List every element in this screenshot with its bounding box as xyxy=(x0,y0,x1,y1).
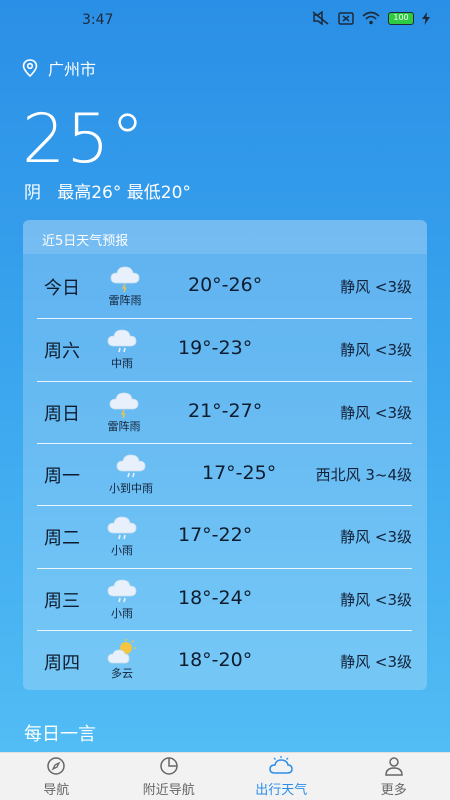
thunder-rain-icon xyxy=(94,390,154,418)
rain-icon xyxy=(92,577,152,605)
day-wind: 静风 <3级 xyxy=(340,403,412,422)
forecast-row: 周三小雨 18°-24° 静风 <3级 xyxy=(37,567,412,630)
day-temperature: 18°-24° xyxy=(178,586,253,609)
forecast-row: 今日雷阵雨 20°-26° 静风 <3级 xyxy=(37,256,412,318)
forecast-row: 周六中雨 19°-23° 静风 <3级 xyxy=(37,318,412,380)
charging-icon xyxy=(422,11,430,25)
forecast-row: 周一小到中雨 17°-25° 西北风 3~4级 xyxy=(37,442,412,505)
mute-icon xyxy=(312,11,329,25)
battery-icon: 100 xyxy=(388,11,414,25)
user-icon xyxy=(384,757,403,776)
nav-item-more[interactable]: 更多 xyxy=(338,753,450,800)
nav-label: 更多 xyxy=(380,783,407,798)
day-temperature: 20°-26° xyxy=(188,274,263,296)
forecast-card: 近5日天气预报 今日 雷阵雨 20°-26° 静风 <3级 周六 中雨 19°-23° 静风 … xyxy=(23,220,427,690)
day-condition: 小雨 xyxy=(111,606,133,620)
forecast-row: 周日雷阵雨 21°-27° 静风 <3级 xyxy=(37,380,412,443)
day-wind: 静风 <3级 xyxy=(340,278,412,296)
day-name: 周一 xyxy=(44,465,80,487)
day-name: 周三 xyxy=(44,590,80,612)
forecast-row: 周二小雨 17°-22° 静风 <3级 xyxy=(37,505,412,567)
compass-icon xyxy=(47,757,65,775)
day-condition: 小雨 xyxy=(111,544,133,558)
partly-cloudy-icon xyxy=(92,638,152,665)
nav-item-weather[interactable]: 出行天气 xyxy=(225,753,338,800)
day-temperature: 17°-25° xyxy=(202,461,277,484)
nav-item-nearby[interactable]: 附近导航 xyxy=(113,753,226,800)
day-name: 周日 xyxy=(44,403,80,425)
rain-icon xyxy=(92,514,152,542)
rain-icon xyxy=(92,327,152,355)
thunder-rain-icon xyxy=(95,264,155,292)
day-wind: 静风 <3级 xyxy=(340,341,412,360)
day-wind: 西北风 3~4级 xyxy=(315,465,412,484)
day-wind: 静风 <3级 xyxy=(340,528,412,547)
day-temperature: 18°-20° xyxy=(178,648,253,671)
nav-label: 导航 xyxy=(43,783,70,798)
day-name: 今日 xyxy=(44,278,80,299)
day-weather: 雷阵雨 xyxy=(95,264,155,308)
day-weather: 小到中雨 xyxy=(101,452,161,496)
day-condition: 雷阵雨 xyxy=(108,294,142,307)
nav-label: 附近导航 xyxy=(142,783,195,798)
day-name: 周二 xyxy=(44,528,80,550)
current-temperature: 25° xyxy=(22,100,146,179)
status-bar: 3:47 100 xyxy=(0,0,450,40)
rain-icon xyxy=(101,452,161,480)
day-weather: 小雨 xyxy=(92,514,152,558)
bottom-nav: 导航 附近导航 出行天气 更多 xyxy=(0,752,450,800)
quote-title: 每日一言 xyxy=(24,724,96,745)
nav-label: 出行天气 xyxy=(255,783,308,798)
day-weather: 小雨 xyxy=(92,577,152,621)
forecast-row: 周四多云 18°-20° 静风 <3级 xyxy=(37,629,412,692)
wifi-icon xyxy=(362,11,380,25)
day-temperature: 19°-23° xyxy=(178,337,253,360)
day-temperature: 21°-27° xyxy=(188,399,263,422)
day-wind: 静风 <3级 xyxy=(340,652,412,671)
day-condition: 多云 xyxy=(111,666,133,680)
pie-icon xyxy=(160,757,178,775)
weather-icon xyxy=(269,756,294,774)
day-temperature: 17°-22° xyxy=(178,524,253,547)
sim-off-icon xyxy=(338,11,354,25)
nav-item-navigation[interactable]: 导航 xyxy=(0,753,113,800)
city-name: 广州市 xyxy=(48,60,97,79)
day-name: 周六 xyxy=(44,341,80,363)
day-name: 周四 xyxy=(44,652,80,674)
day-condition: 雷阵雨 xyxy=(107,419,141,433)
location[interactable]: 广州市 xyxy=(22,56,96,80)
day-condition: 小到中雨 xyxy=(109,481,153,495)
day-condition: 中雨 xyxy=(111,357,133,371)
status-icons: 100 xyxy=(312,11,430,25)
day-wind: 静风 <3级 xyxy=(340,590,412,609)
forecast-title: 近5日天气预报 xyxy=(42,234,129,249)
status-time: 3:47 xyxy=(82,12,114,28)
current-summary: 阴 最高26° 最低20° xyxy=(24,183,191,203)
location-pin-icon xyxy=(22,59,38,77)
day-weather: 多云 xyxy=(92,638,152,681)
day-weather: 雷阵雨 xyxy=(94,390,154,434)
day-weather: 中雨 xyxy=(92,327,152,371)
